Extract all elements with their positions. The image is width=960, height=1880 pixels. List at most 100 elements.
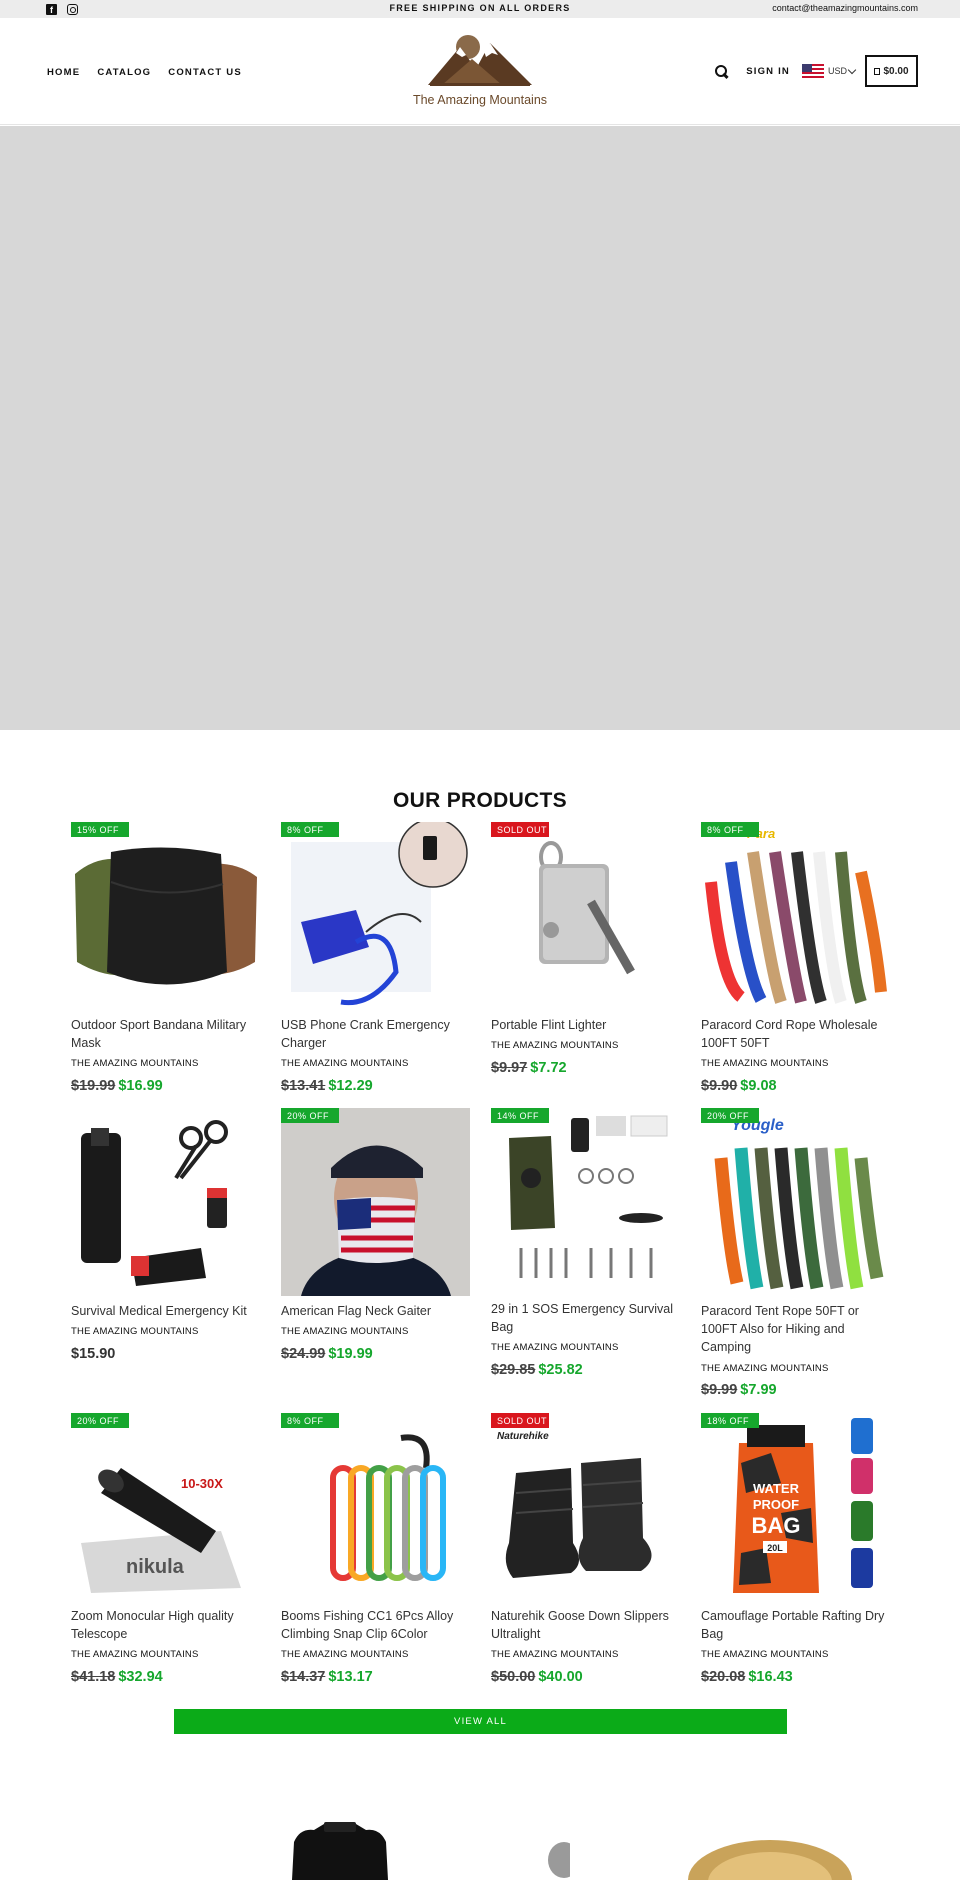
cart-button[interactable]: $0.00 (865, 55, 918, 87)
discount-badge: 18% OFF (701, 1413, 759, 1428)
product-image[interactable]: nikula 10-30X (71, 1413, 260, 1601)
sale-price: $7.72 (530, 1060, 567, 1076)
sale-price: $25.82 (538, 1362, 583, 1378)
discount-badge: 20% OFF (281, 1108, 339, 1123)
sale-price: $32.94 (118, 1669, 163, 1685)
product-price: $41.18 $32.94 (71, 1669, 163, 1685)
monocular-brand-text: nikula (126, 1556, 185, 1578)
regular-price: $15.90 (71, 1346, 116, 1362)
product-vendor: THE AMAZING MOUNTAINS (71, 1058, 199, 1069)
view-all-button[interactable]: VIEW ALL (174, 1709, 787, 1734)
product-title[interactable]: Camouflage Portable Rafting Dry Bag (701, 1607, 896, 1643)
product-title[interactable]: USB Phone Crank Emergency Charger (281, 1016, 476, 1052)
product-price: $9.90 $9.08 (701, 1078, 777, 1094)
discount-badge: 8% OFF (281, 1413, 339, 1428)
chevron-down-icon[interactable] (847, 65, 857, 74)
product-price: $14.37 $13.17 (281, 1669, 373, 1685)
site-logo[interactable]: The Amazing Mountains (400, 33, 560, 111)
product-vendor: THE AMAZING MOUNTAINS (281, 1326, 409, 1337)
product-image[interactable] (71, 1108, 260, 1296)
product-vendor: THE AMAZING MOUNTAINS (701, 1649, 829, 1660)
bag-size-text: 20L (767, 1543, 783, 1553)
product-image[interactable] (491, 1108, 680, 1296)
nav-home[interactable]: HOME (47, 67, 80, 78)
product-image[interactable] (281, 1413, 470, 1601)
product-title[interactable]: Paracord Tent Rope 50FT or 100FT Also fo… (701, 1302, 896, 1356)
discount-badge: 14% OFF (491, 1108, 549, 1123)
product-title[interactable]: Booms Fishing CC1 6Pcs Alloy Climbing Sn… (281, 1607, 476, 1643)
product-image[interactable] (491, 822, 680, 1010)
sale-price: $9.08 (740, 1078, 777, 1094)
product-image[interactable]: Naturehike (491, 1413, 680, 1601)
compare-price: $14.37 (281, 1669, 326, 1685)
product-image[interactable] (71, 822, 260, 1010)
brand-mark: Naturehike (497, 1431, 549, 1442)
product-image[interactable]: WATER PROOF BAG 20L (701, 1413, 890, 1601)
compare-price: $50.00 (491, 1669, 536, 1685)
product-title[interactable]: Zoom Monocular High quality Telescope (71, 1607, 266, 1643)
currency-selector[interactable]: USD (828, 66, 847, 76)
site-header: HOME CATALOG CONTACT US The Amazing Moun… (0, 18, 960, 125)
product-price: $24.99 $19.99 (281, 1346, 373, 1362)
bag-text-line1: WATER (753, 1481, 800, 1496)
sign-in-link[interactable]: SIGN IN (746, 66, 790, 77)
product-price: $9.97 $7.72 (491, 1060, 567, 1076)
featured-image-peek (540, 1820, 570, 1880)
header-actions: SIGN IN USD $0.00 (715, 55, 918, 87)
product-vendor: THE AMAZING MOUNTAINS (71, 1326, 199, 1337)
product-title[interactable]: 29 in 1 SOS Emergency Survival Bag (491, 1300, 686, 1336)
sold-out-badge: SOLD OUT (491, 822, 549, 837)
product-image[interactable] (281, 1108, 470, 1296)
product-price: $19.99 $16.99 (71, 1078, 163, 1094)
product-vendor: THE AMAZING MOUNTAINS (491, 1040, 619, 1051)
cart-icon (874, 67, 881, 75)
bag-text-line3: BAG (752, 1513, 801, 1538)
hero-banner (0, 126, 960, 730)
compare-price: $9.97 (491, 1060, 528, 1076)
product-price: $15.90 (71, 1346, 115, 1362)
product-title[interactable]: Paracord Cord Rope Wholesale 100FT 50FT (701, 1016, 896, 1052)
featured-image-peek (280, 1820, 400, 1880)
sale-price: $19.99 (328, 1346, 373, 1362)
product-title[interactable]: Naturehik Goose Down Slippers Ultralight (491, 1607, 686, 1643)
product-image[interactable]: Para (701, 822, 890, 1010)
discount-badge: 20% OFF (701, 1108, 759, 1123)
compare-price: $24.99 (281, 1346, 326, 1362)
cart-total: $0.00 (883, 65, 909, 77)
product-price: $9.99 $7.99 (701, 1382, 777, 1398)
mountain-logo-icon (428, 35, 532, 86)
us-flag-icon[interactable] (801, 64, 824, 78)
brand-name: The Amazing Mountains (412, 93, 548, 107)
sale-price: $13.17 (328, 1669, 373, 1685)
product-title[interactable]: American Flag Neck Gaiter (281, 1302, 476, 1320)
product-image[interactable]: Yougle (701, 1108, 890, 1296)
search-icon[interactable] (715, 64, 728, 78)
zoom-label-text: 10-30X (181, 1476, 223, 1491)
discount-badge: 15% OFF (71, 822, 129, 837)
sale-price: $16.43 (748, 1669, 793, 1685)
product-vendor: THE AMAZING MOUNTAINS (281, 1058, 409, 1069)
product-vendor: THE AMAZING MOUNTAINS (701, 1363, 829, 1374)
bag-text-line2: PROOF (753, 1497, 799, 1512)
nav-catalog[interactable]: CATALOG (97, 67, 151, 78)
product-title[interactable]: Survival Medical Emergency Kit (71, 1302, 266, 1320)
discount-badge: 8% OFF (281, 822, 339, 837)
featured-image-peek (680, 1820, 860, 1880)
product-image[interactable] (281, 822, 470, 1010)
sale-price: $7.99 (740, 1382, 777, 1398)
product-title[interactable]: Outdoor Sport Bandana Military Mask (71, 1016, 266, 1052)
product-vendor: THE AMAZING MOUNTAINS (281, 1649, 409, 1660)
contact-email[interactable]: contact@theamazingmountains.com (772, 3, 918, 13)
product-vendor: THE AMAZING MOUNTAINS (71, 1649, 199, 1660)
compare-price: $41.18 (71, 1669, 116, 1685)
compare-price: $9.90 (701, 1078, 738, 1094)
nav-contact-us[interactable]: CONTACT US (168, 67, 242, 78)
compare-price: $29.85 (491, 1362, 536, 1378)
product-price: $13.41 $12.29 (281, 1078, 373, 1094)
product-title[interactable]: Portable Flint Lighter (491, 1016, 686, 1034)
sale-price: $16.99 (118, 1078, 163, 1094)
product-vendor: THE AMAZING MOUNTAINS (701, 1058, 829, 1069)
product-vendor: THE AMAZING MOUNTAINS (491, 1649, 619, 1660)
announcement-bar: f FREE SHIPPING ON ALL ORDERS contact@th… (0, 0, 960, 18)
section-title: OUR PRODUCTS (393, 789, 567, 812)
